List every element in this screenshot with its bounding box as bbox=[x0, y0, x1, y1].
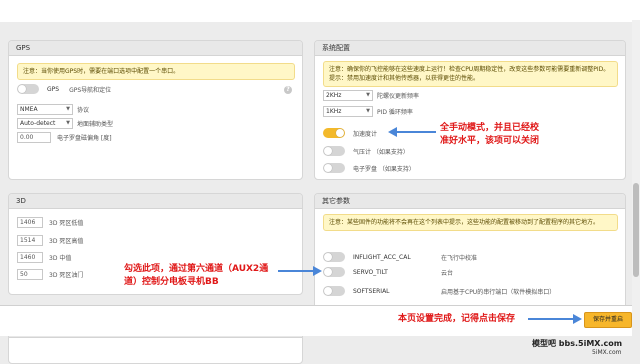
gps-toggle-desc: GPS导航和定位 bbox=[69, 86, 112, 94]
annotation-line: 勾选此项，通过第六通道（AUX2通 bbox=[124, 264, 269, 274]
annotation-line: 准好水平，该项可以关闭 bbox=[440, 136, 540, 146]
other-features-note: 注意：某些固件的功能将不会再在这个列表中提示，这些功能的配置被移动到了配置程序的… bbox=[323, 214, 618, 231]
3d-input[interactable]: 50 bbox=[17, 268, 43, 280]
feature-name: SOFTSERIAL bbox=[353, 287, 390, 295]
annotation-line: 道）控制分电板寻机BB bbox=[124, 277, 219, 287]
feature-name: INFLIGHT_ACC_CAL bbox=[353, 253, 411, 261]
gps-panel: GPS 注意：当你使用GPS时，需要在端口选项中配置一个串口。 GPS GPS导… bbox=[8, 40, 303, 180]
3d-label: 3D 死区低值 bbox=[49, 219, 84, 227]
gps-sbas-select[interactable]: Auto-detect ▼ bbox=[17, 117, 73, 129]
3d-input[interactable]: 1460 bbox=[17, 251, 43, 263]
gps-toggle-label: GPS bbox=[47, 85, 60, 93]
chevron-down-icon: ▼ bbox=[66, 119, 70, 126]
gps-declination-row: 0.00 电子罗盘磁偏角 [度] bbox=[17, 131, 112, 143]
system-config-note: 注意：确保你的飞控能够在这些速度上运行！检查CPU周期稳定性，改变这些参数可能需… bbox=[323, 61, 618, 87]
system-config-panel: 系统配置 注意：确保你的飞控能够在这些速度上运行！检查CPU周期稳定性，改变这些… bbox=[314, 40, 626, 180]
feature-toggle[interactable] bbox=[323, 286, 345, 296]
feature-toggle[interactable] bbox=[323, 267, 345, 277]
3d-row: 1460 3D 中值 bbox=[17, 251, 71, 263]
feature-toggle[interactable] bbox=[323, 252, 345, 262]
chevron-down-icon: ▼ bbox=[66, 105, 70, 112]
3d-input[interactable]: 1406 bbox=[17, 216, 43, 228]
gps-protocol-row: NMEA ▼ 协议 bbox=[17, 103, 89, 115]
3d-label: 3D 死区高值 bbox=[49, 237, 84, 245]
3d-label: 3D 中值 bbox=[49, 254, 72, 262]
barometer-row: 气压计 （如果支持） bbox=[323, 145, 409, 157]
magnetometer-toggle[interactable] bbox=[323, 163, 345, 173]
pid-rate-label: PID 循环频率 bbox=[377, 108, 413, 116]
3d-row: 1514 3D 死区高值 bbox=[17, 234, 83, 246]
gps-toggle[interactable] bbox=[17, 84, 39, 94]
feature-name: SERVO_TILT bbox=[353, 268, 388, 276]
watermark-domain: 5iMX.com bbox=[592, 349, 622, 356]
feature-desc: 启用基于CPU的串行端口（软件模拟串口） bbox=[441, 288, 556, 296]
accelerometer-row: 加速度计 bbox=[323, 127, 377, 139]
3d-row: 1406 3D 死区低值 bbox=[17, 216, 83, 228]
top-bar bbox=[0, 0, 640, 22]
gyro-rate-select[interactable]: 2KHz ▼ bbox=[323, 89, 373, 101]
servo-tilt-annotation: 勾选此项，通过第六通道（AUX2通 道）控制分电板寻机BB bbox=[124, 263, 268, 289]
pid-rate-select[interactable]: 1KHz ▼ bbox=[323, 105, 373, 117]
gps-protocol-label: 协议 bbox=[77, 106, 90, 114]
feature-desc: 在飞行中校准 bbox=[441, 254, 478, 262]
gyro-rate-label: 陀螺仪更新频率 bbox=[377, 92, 420, 100]
feature-row: SOFTSERIAL 启用基于CPU的串行端口（软件模拟串口） bbox=[323, 285, 613, 297]
annotation-line: 全手动模式，并且已经校 bbox=[440, 123, 540, 133]
3d-input[interactable]: 1514 bbox=[17, 234, 43, 246]
gps-toggle-row: GPS GPS导航和定位 bbox=[17, 83, 111, 95]
arrow-icon bbox=[528, 314, 582, 324]
gps-sbas-row: Auto-detect ▼ 地面辅助类型 bbox=[17, 117, 113, 129]
accelerometer-annotation: 全手动模式，并且已经校 准好水平，该项可以关闭 bbox=[440, 122, 539, 148]
gps-sbas-label: 地面辅助类型 bbox=[77, 120, 114, 128]
feature-row: SERVO_TILT 云台 bbox=[323, 266, 613, 278]
save-reboot-button[interactable]: 保存并重启 bbox=[584, 312, 632, 328]
magnetometer-row: 电子罗盘 （如果支持） bbox=[323, 162, 415, 174]
chevron-down-icon: ▼ bbox=[366, 91, 370, 98]
feature-desc: 云台 bbox=[441, 269, 454, 277]
chevron-down-icon: ▼ bbox=[366, 107, 370, 114]
help-icon[interactable]: ? bbox=[284, 86, 292, 94]
feature-row: INFLIGHT_ACC_CAL 在飞行中校准 bbox=[323, 251, 613, 263]
3d-row: 50 3D 死区油门 bbox=[17, 268, 83, 280]
declination-input[interactable]: 0.00 bbox=[17, 131, 51, 143]
accelerometer-label: 加速度计 bbox=[353, 130, 378, 138]
3d-label: 3D 死区油门 bbox=[49, 271, 84, 279]
magnetometer-label: 电子罗盘 （如果支持） bbox=[353, 165, 415, 173]
gyro-rate-row: 2KHz ▼ 陀螺仪更新频率 bbox=[323, 89, 419, 101]
scrollbar-thumb[interactable] bbox=[633, 183, 639, 277]
3d-panel-title: 3D bbox=[9, 194, 302, 209]
arrow-icon bbox=[278, 266, 322, 276]
pid-rate-row: 1KHz ▼ PID 循环频率 bbox=[323, 105, 413, 117]
declination-label: 电子罗盘磁偏角 [度] bbox=[57, 134, 112, 142]
other-features-title: 其它参数 bbox=[315, 194, 625, 209]
gps-panel-title: GPS bbox=[9, 41, 302, 56]
arrow-icon bbox=[388, 127, 436, 137]
barometer-label: 气压计 （如果支持） bbox=[353, 148, 409, 156]
save-annotation: 本页设置完成，记得点击保存 bbox=[398, 314, 516, 324]
watermark: 模型吧 bbs.5iMX.com bbox=[532, 339, 623, 348]
gps-protocol-select[interactable]: NMEA ▼ bbox=[17, 103, 73, 115]
system-config-title: 系统配置 bbox=[315, 41, 625, 56]
gps-note: 注意：当你使用GPS时，需要在端口选项中配置一个串口。 bbox=[17, 63, 295, 80]
other-features-panel: 其它参数 注意：某些固件的功能将不会再在这个列表中提示，这些功能的配置被移动到了… bbox=[314, 193, 626, 315]
accelerometer-toggle[interactable] bbox=[323, 128, 345, 138]
barometer-toggle[interactable] bbox=[323, 146, 345, 156]
